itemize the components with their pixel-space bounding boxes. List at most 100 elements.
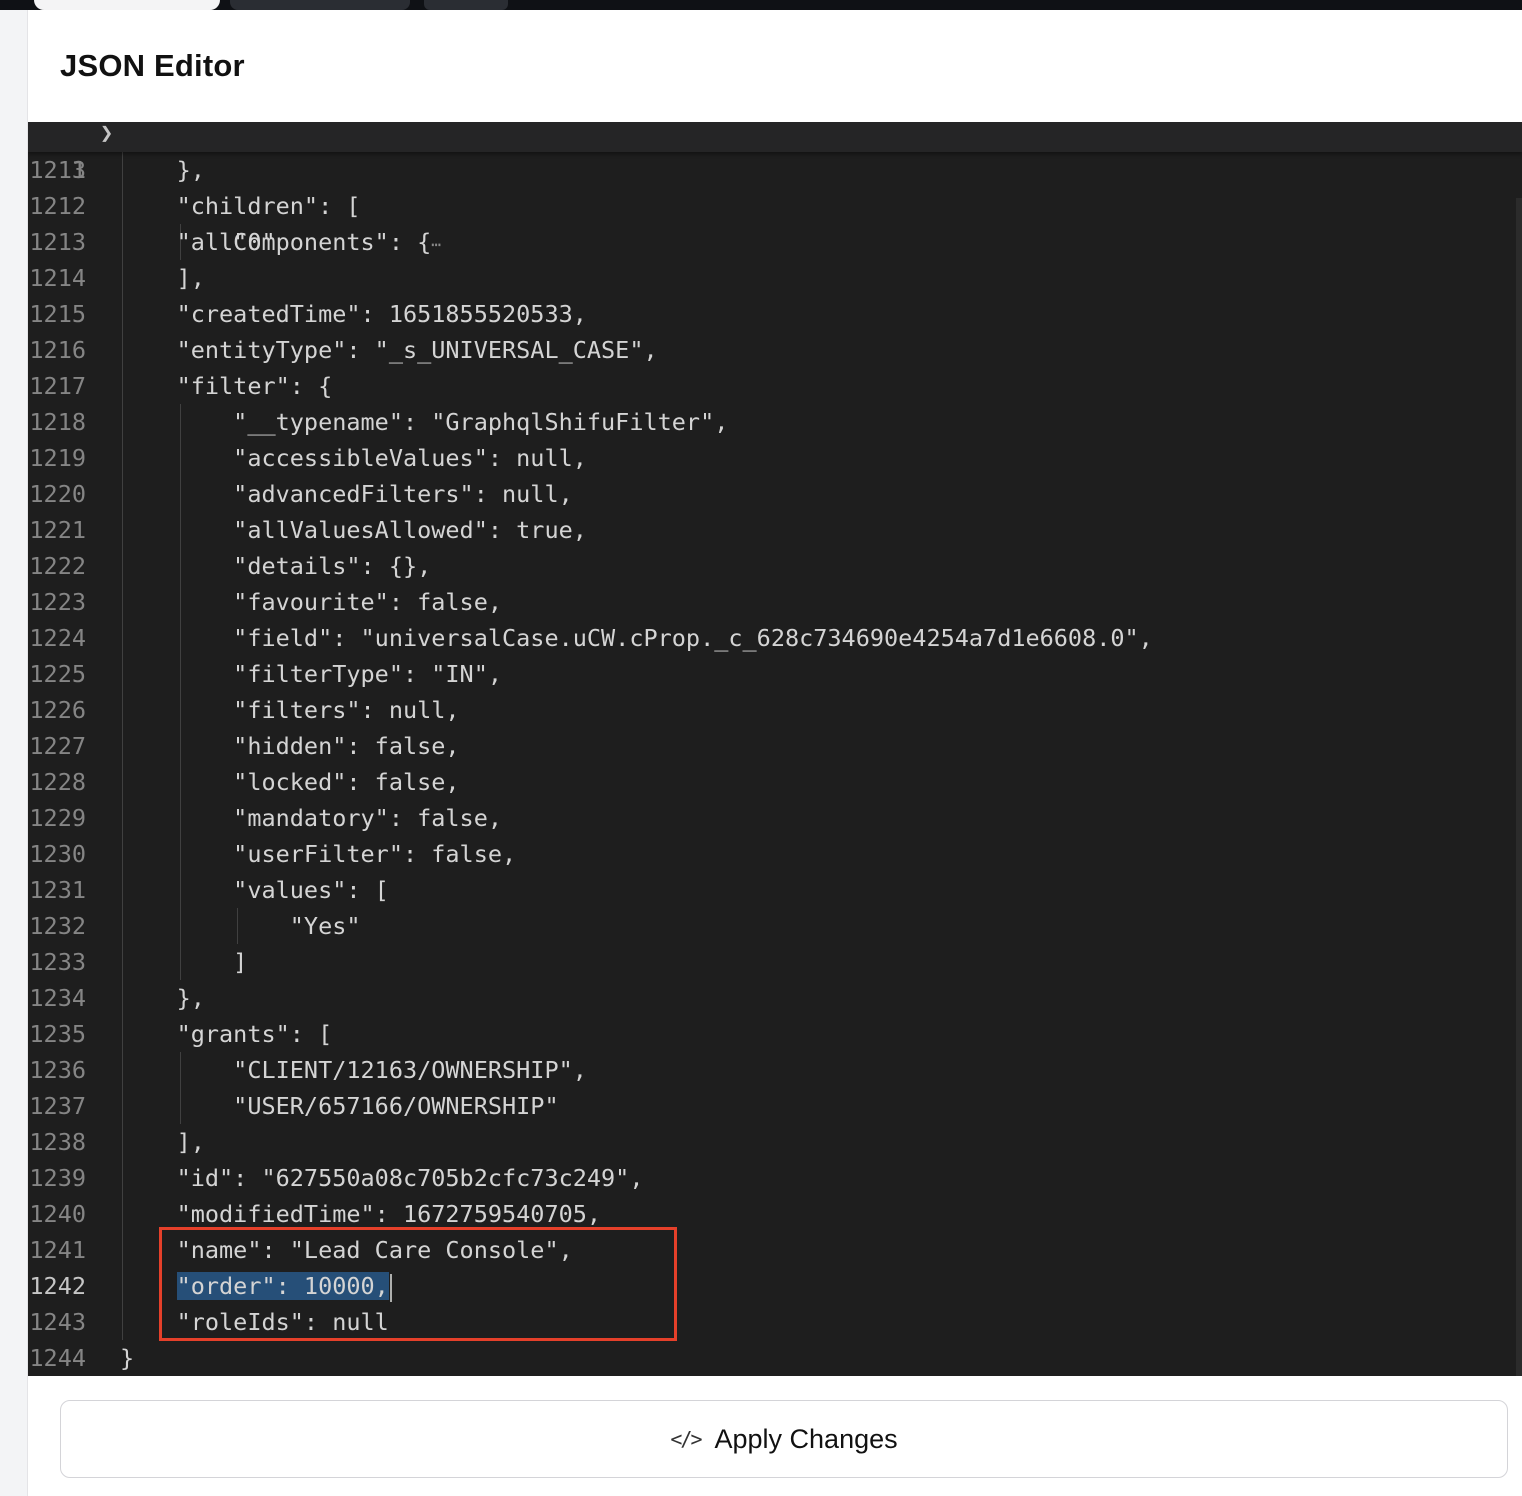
code-line[interactable]: 1239 "id": "627550a08c705b2cfc73c249", [28,1160,1522,1196]
code-text: "locked": false, [120,768,460,796]
apply-changes-button[interactable]: </> Apply Changes [60,1400,1508,1478]
code-line[interactable]: 1244} [28,1340,1522,1376]
code-line[interactable]: 1223 "favourite": false, [28,584,1522,620]
editor-scrollbar[interactable] [1516,198,1522,1376]
code-text: "values": [ [120,876,389,904]
code-text: "CLIENT/12163/OWNERSHIP", [120,1056,587,1084]
code-text: "createdTime": 1651855520533, [120,300,587,328]
code-line[interactable]: 1235 "grants": [ [28,1016,1522,1052]
active-tab[interactable] [34,0,220,10]
code-line[interactable]: 1211 }, [28,152,1522,188]
tab[interactable] [230,0,410,10]
code-text: "Yes" [120,912,361,940]
panel-header: JSON Editor [28,10,1522,122]
page-title: JSON Editor [60,48,245,83]
code-text: "field": "universalCase.uCW.cProp._c_628… [120,624,1153,652]
apply-changes-label: Apply Changes [714,1423,898,1454]
code-text: }, [120,984,205,1012]
code-line[interactable]: 1214 ], [28,260,1522,296]
sticky-line[interactable]: 3 ❯ "allComponents": {⋯ [28,122,1522,256]
line-number: 1235 [29,1020,86,1048]
code-line[interactable]: 1226 "filters": null, [28,692,1522,728]
code-line[interactable]: 1233 ] [28,944,1522,980]
fold-chevron-icon[interactable]: ❯ [100,122,113,152]
code-line[interactable]: 1217 "filter": { [28,368,1522,404]
line-number: 3 [71,156,86,184]
code-icon: </> [670,1427,702,1451]
code-line[interactable]: 1225 "filterType": "IN", [28,656,1522,692]
line-number: 1242 [29,1272,86,1300]
code-line[interactable]: 1232 "Yes" [28,908,1522,944]
code-line[interactable]: 1216 "entityType": "_s_UNIVERSAL_CASE", [28,332,1522,368]
line-number: 1225 [29,660,86,688]
code-line[interactable]: 1228 "locked": false, [28,764,1522,800]
code-line[interactable]: 1230 "userFilter": false, [28,836,1522,872]
code-text: "hidden": false, [120,732,460,760]
code-text: ], [120,264,205,292]
line-number: 1234 [29,984,86,1012]
code-text: "grants": [ [120,1020,333,1048]
code-line[interactable]: 1231 "values": [ [28,872,1522,908]
code-line[interactable]: 1218 "__typename": "GraphqlShifuFilter", [28,404,1522,440]
line-number: 1219 [29,444,86,472]
code-text: "advancedFilters": null, [120,480,573,508]
json-code-editor[interactable]: 3 ❯ "allComponents": {⋯ 1211 }, 1212 "chi… [28,122,1522,1376]
line-number: 1223 [29,588,86,616]
line-number: 1244 [29,1344,86,1372]
line-number: 1237 [29,1092,86,1120]
code-text: "accessibleValues": null, [120,444,587,472]
indent-guide [237,908,239,944]
left-background-strip [0,10,28,1496]
annotation-highlight-box [159,1227,677,1341]
line-number: 1238 [29,1128,86,1156]
code-line[interactable]: 1234 }, [28,980,1522,1016]
code-line[interactable]: 1219 "accessibleValues": null, [28,440,1522,476]
indent-guide [122,152,123,1340]
code-text: "filters": null, [120,696,460,724]
code-line[interactable]: 1229 "mandatory": false, [28,800,1522,836]
line-number: 1240 [29,1200,86,1228]
code-text: "__typename": "GraphqlShifuFilter", [120,408,729,436]
line-number: 1232 [29,912,86,940]
line-number: 1229 [29,804,86,832]
line-number: 1236 [29,1056,86,1084]
line-number: 1227 [29,732,86,760]
line-number: 1217 [29,372,86,400]
indent-guide [179,404,181,980]
code-text: "allComponents": { [120,228,432,256]
code-line[interactable]: 1224 "field": "universalCase.uCW.cProp._… [28,620,1522,656]
line-number: 1239 [29,1164,86,1192]
code-text: "entityType": "_s_UNIVERSAL_CASE", [120,336,658,364]
code-text: "filterType": "IN", [120,660,503,688]
folded-ellipsis-icon[interactable]: ⋯ [431,235,441,254]
code-text: ], [120,1128,205,1156]
code-text: }, [120,156,205,184]
line-number: 1241 [29,1236,86,1264]
code-line[interactable]: 1221 "allValuesAllowed": true, [28,512,1522,548]
code-line[interactable]: 1237 "USER/657166/OWNERSHIP" [28,1088,1522,1124]
code-text: "USER/657166/OWNERSHIP" [120,1092,559,1120]
code-line[interactable]: 1220 "advancedFilters": null, [28,476,1522,512]
code-line[interactable]: 1227 "hidden": false, [28,728,1522,764]
line-number: 1221 [29,516,86,544]
tab[interactable] [424,0,508,10]
code-line[interactable]: 1215 "createdTime": 1651855520533, [28,296,1522,332]
code-line[interactable]: 1238 ], [28,1124,1522,1160]
code-text: "filter": { [120,372,333,400]
code-text: "allValuesAllowed": true, [120,516,587,544]
line-number: 1218 [29,408,86,436]
code-text: "children": [ [120,192,361,220]
code-text: ] [120,948,248,976]
line-number: 1233 [29,948,86,976]
code-text: "details": {}, [120,552,432,580]
code-line[interactable]: 1222 "details": {}, [28,548,1522,584]
line-number: 1222 [29,552,86,580]
line-number: 1216 [29,336,86,364]
browser-tab-strip [0,0,1522,10]
code-line[interactable]: 1236 "CLIENT/12163/OWNERSHIP", [28,1052,1522,1088]
code-text: "id": "627550a08c705b2cfc73c249", [120,1164,644,1192]
line-number: 1220 [29,480,86,508]
code-line[interactable]: 1212 "children": [ [28,188,1522,224]
line-number: 1230 [29,840,86,868]
line-number: 1231 [29,876,86,904]
